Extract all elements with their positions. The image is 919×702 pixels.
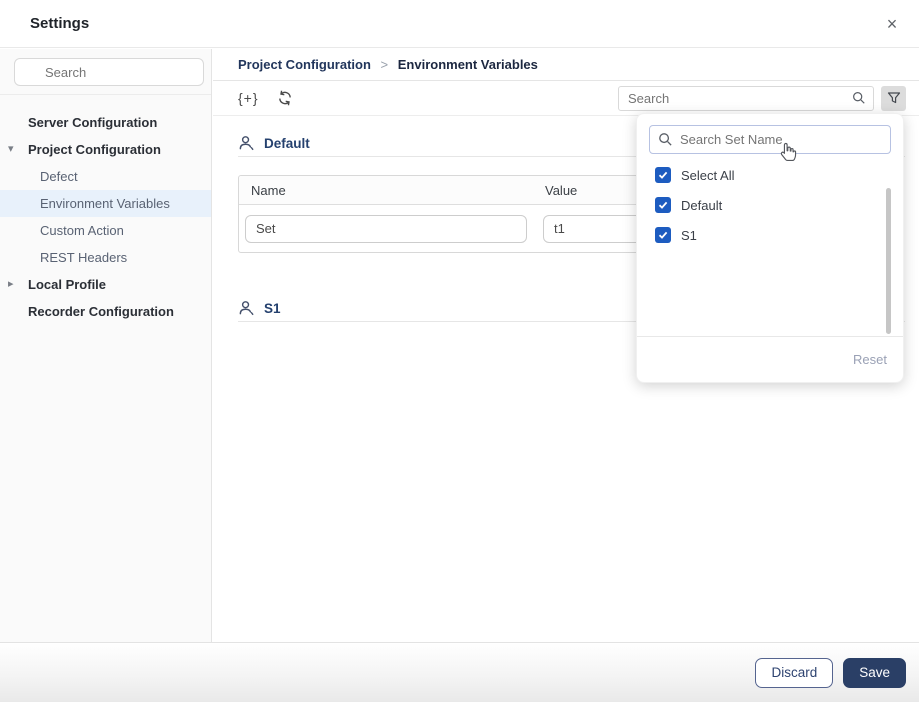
page-title: Settings — [30, 15, 90, 32]
sidebar-item-label: Custom Action — [40, 223, 124, 238]
sidebar-item-label: Defect — [40, 169, 78, 184]
sidebar-item-label: Recorder Configuration — [28, 304, 174, 319]
filter-option-default[interactable]: Default — [655, 190, 903, 220]
add-variable-set-icon[interactable]: {+} — [238, 90, 259, 106]
discard-button[interactable]: Discard — [755, 657, 834, 688]
popover-footer: Reset — [637, 336, 903, 382]
sidebar-item-custom-action[interactable]: Custom Action — [0, 217, 211, 244]
set-title: S1 — [264, 301, 281, 316]
sidebar-item-label: Project Configuration — [28, 142, 161, 157]
filter-sets-button[interactable] — [881, 85, 906, 111]
filter-option-s1[interactable]: S1 — [655, 220, 903, 250]
checkbox-checked-icon[interactable] — [655, 227, 671, 243]
search-icon — [659, 133, 672, 146]
close-icon[interactable]: × — [881, 13, 903, 35]
breadcrumb: Project Configuration > Environment Vari… — [213, 49, 919, 81]
sidebar-item-label: Local Profile — [28, 277, 107, 292]
filter-option-select-all[interactable]: Select All — [655, 160, 903, 190]
set-name-search-input[interactable] — [649, 125, 891, 154]
sidebar-item-label: Server Configuration — [28, 115, 158, 130]
refresh-icon[interactable] — [277, 90, 293, 106]
sidebar-item-defect[interactable]: Defect — [0, 163, 211, 190]
reset-filter-button[interactable]: Reset — [853, 352, 887, 367]
sidebar-item-local-profile[interactable]: ▸ Local Profile — [0, 271, 211, 298]
set-filter-options: Select All Default S1 — [637, 160, 903, 250]
variable-set-icon — [239, 301, 254, 316]
set-filter-popover: Select All Default S1 Reset — [636, 113, 904, 383]
variable-name-input[interactable] — [245, 214, 527, 243]
breadcrumb-separator: > — [380, 57, 389, 72]
column-header-name: Name — [251, 182, 286, 198]
search-icon — [853, 91, 865, 104]
popover-scrollbar[interactable] — [886, 188, 891, 334]
sidebar-item-recorder-configuration[interactable]: Recorder Configuration — [0, 298, 211, 325]
caret-right-icon[interactable]: ▸ — [8, 271, 22, 298]
filter-option-label: S1 — [681, 227, 697, 243]
checkbox-checked-icon[interactable] — [655, 197, 671, 213]
breadcrumb-current: Environment Variables — [397, 57, 538, 72]
settings-sidebar: Server Configuration ▾ Project Configura… — [0, 49, 212, 642]
save-button[interactable]: Save — [843, 657, 906, 688]
set-title: Default — [264, 136, 310, 151]
sidebar-item-label: Environment Variables — [40, 196, 170, 211]
filter-option-label: Default — [681, 197, 723, 213]
sidebar-search-input[interactable] — [14, 58, 204, 86]
sidebar-item-environment-variables[interactable]: Environment Variables — [0, 190, 211, 217]
caret-down-icon[interactable]: ▾ — [8, 136, 22, 163]
checkbox-checked-icon[interactable] — [655, 167, 671, 183]
dialog-header: Settings × — [0, 0, 919, 48]
sidebar-item-project-configuration[interactable]: ▾ Project Configuration — [0, 136, 211, 163]
variables-search-input[interactable] — [618, 85, 874, 111]
env-vars-toolbar: {+} — [213, 81, 919, 116]
set-name-search — [649, 125, 891, 154]
variables-search — [618, 85, 874, 111]
sidebar-search-area — [0, 49, 211, 95]
variable-set-icon — [239, 136, 254, 151]
dialog-footer: Discard Save — [0, 642, 919, 702]
filter-option-label: Select All — [681, 167, 735, 183]
filter-funnel-icon — [887, 92, 900, 104]
settings-nav-tree: Server Configuration ▾ Project Configura… — [0, 95, 211, 325]
breadcrumb-parent[interactable]: Project Configuration — [238, 57, 371, 72]
sidebar-item-server-configuration[interactable]: Server Configuration — [0, 109, 211, 136]
settings-dialog: Settings × Server Configuration ▾ Projec… — [0, 0, 919, 702]
sidebar-item-rest-headers[interactable]: REST Headers — [0, 244, 211, 271]
sidebar-item-label: REST Headers — [40, 250, 128, 265]
